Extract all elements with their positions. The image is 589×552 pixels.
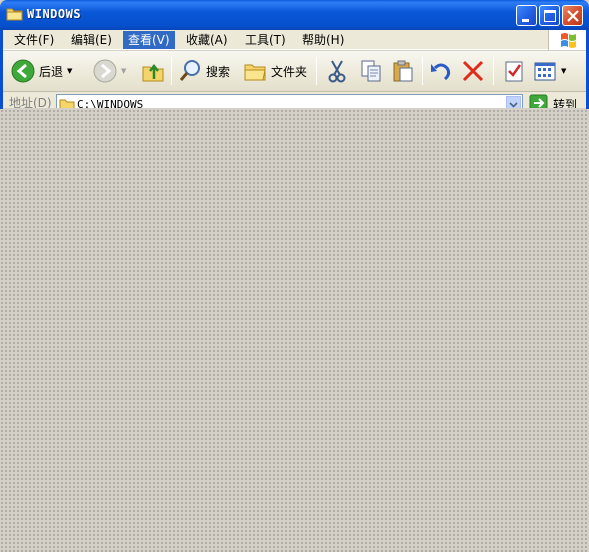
back-arrow-icon — [11, 59, 35, 83]
undo-button[interactable] — [429, 56, 453, 86]
menu-file[interactable]: 文件(F) — [9, 31, 59, 49]
toolbar-separator — [493, 57, 494, 85]
paste-icon — [393, 60, 413, 82]
address-dropdown-button[interactable] — [506, 96, 521, 108]
address-label: 地址(D) — [9, 96, 52, 108]
properties-button[interactable] — [502, 56, 526, 86]
toolbar-separator — [422, 57, 423, 85]
menu-favorites[interactable]: 收藏(A) — [181, 31, 233, 49]
content-area — [0, 109, 589, 552]
delete-icon — [462, 60, 484, 82]
address-value: C:\WINDOWS — [77, 98, 144, 108]
search-button[interactable]: 搜索 — [178, 56, 230, 86]
go-button[interactable]: 转到 — [528, 94, 586, 108]
forward-dropdown-icon[interactable]: ▼ — [121, 67, 126, 75]
cut-button[interactable] — [325, 56, 349, 86]
windows-flag-icon — [561, 33, 576, 48]
cut-icon — [328, 60, 346, 83]
views-button[interactable]: ▼ — [533, 56, 566, 86]
back-button[interactable]: 后退 ▼ — [11, 56, 72, 86]
toolbar: 后退 ▼ ▼ 搜索 文件夹 ▼ — [3, 51, 586, 92]
menu-edit[interactable]: 编辑(E) — [66, 31, 117, 49]
address-input[interactable]: C:\WINDOWS — [56, 94, 523, 108]
title-bar[interactable]: WINDOWS — [0, 0, 589, 30]
search-icon — [179, 60, 200, 81]
address-bar: 地址(D) C:\WINDOWS 转到 — [3, 92, 586, 108]
up-folder-icon — [142, 63, 164, 82]
views-dropdown-icon[interactable]: ▼ — [561, 67, 566, 75]
go-arrow-icon — [529, 94, 548, 108]
undo-icon — [431, 63, 451, 81]
menu-bar: 文件(F) 编辑(E) 查看(V) 收藏(A) 工具(T) 帮助(H) — [3, 30, 586, 50]
maximize-icon — [544, 10, 556, 22]
maximize-button[interactable] — [539, 5, 560, 26]
window-title: WINDOWS — [27, 7, 82, 21]
minimize-button[interactable] — [516, 5, 537, 26]
copy-icon — [361, 60, 381, 82]
chevron-down-icon — [509, 102, 518, 108]
folder-icon — [6, 8, 23, 21]
menu-view[interactable]: 查看(V) — [123, 31, 175, 49]
paste-button[interactable] — [391, 56, 415, 86]
back-dropdown-icon[interactable]: ▼ — [67, 67, 72, 75]
up-folder-button[interactable] — [141, 56, 165, 86]
windows-logo — [548, 30, 586, 50]
back-label: 后退 — [39, 64, 64, 79]
folders-button[interactable]: 文件夹 — [243, 56, 307, 86]
toolbar-separator — [171, 57, 172, 85]
search-label: 搜索 — [206, 64, 231, 79]
properties-icon — [505, 61, 523, 82]
close-icon — [567, 10, 579, 22]
menu-tools[interactable]: 工具(T) — [240, 31, 291, 49]
folders-icon — [244, 64, 266, 81]
delete-button[interactable] — [461, 56, 485, 86]
forward-button[interactable]: ▼ — [93, 56, 126, 86]
forward-arrow-icon — [93, 59, 117, 83]
folder-icon — [59, 99, 75, 108]
folders-label: 文件夹 — [271, 64, 308, 79]
toolbar-separator — [316, 57, 317, 85]
copy-button[interactable] — [359, 56, 383, 86]
go-label: 转到 — [553, 98, 578, 108]
menu-help[interactable]: 帮助(H) — [297, 31, 349, 49]
close-button[interactable] — [562, 5, 583, 26]
views-icon — [534, 62, 556, 81]
minimize-icon — [522, 19, 529, 22]
